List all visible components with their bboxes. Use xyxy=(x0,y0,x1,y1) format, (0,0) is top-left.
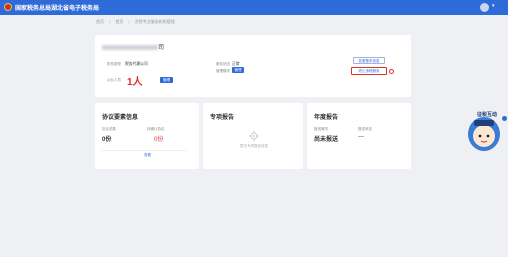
breadcrumb-home-link[interactable]: 首页 xyxy=(96,19,104,24)
tax-emblem-logo xyxy=(4,3,12,11)
breadcrumb-current: 涉税专业服务机构管理 xyxy=(134,19,175,24)
agreement-card: 协议要素信息 协议总数 0份 待确认协议 0份 查看 xyxy=(95,103,199,169)
annual-submission-label: 报送情况 xyxy=(314,127,328,131)
manage-status-label: 管理模块 xyxy=(216,69,230,73)
agreement-total-value: 0份 xyxy=(102,137,112,143)
change-basic-info-button[interactable]: 变更基本信息 xyxy=(353,57,385,64)
annual-status-label: 报送状态 xyxy=(358,127,372,131)
org-type-value: 税务代理公司 xyxy=(125,62,148,66)
side-toggle-icon[interactable] xyxy=(502,116,507,121)
user-avatar-icon[interactable] xyxy=(480,3,489,12)
mascot-label[interactable]: 征税互动 xyxy=(476,112,498,119)
org-type-label: 机构类型 xyxy=(107,62,121,66)
manage-status-button[interactable]: 管理 xyxy=(232,67,244,73)
agreement-title: 协议要素信息 xyxy=(102,115,139,121)
breadcrumb: 首页 / 首页 / 涉税专业服务机构管理 xyxy=(96,19,179,25)
service-status-label: 服务状态 xyxy=(216,62,230,66)
info-circle-icon[interactable] xyxy=(389,69,394,74)
agreement-pending-label: 待确认协议 xyxy=(147,127,165,131)
special-report-empty-text: 暂无专项报告信息 xyxy=(240,144,268,148)
empty-state-icon xyxy=(249,131,259,141)
annual-status-value: — xyxy=(358,134,364,140)
top-bar: 国家税务总局湖北省电子税务局 ▾ xyxy=(0,0,508,15)
practitioners-count: 1人 xyxy=(127,77,143,88)
redacted-company-name xyxy=(102,44,158,50)
special-report-title: 专项报告 xyxy=(210,115,235,121)
agreement-divider xyxy=(102,150,186,151)
user-menu-caret-icon[interactable]: ▾ xyxy=(492,3,495,9)
breadcrumb-sep: / xyxy=(128,19,130,24)
annual-report-card: 年度报告 报送情况 尚未报送 报送状态 — xyxy=(307,103,411,169)
agreement-view-link[interactable]: 查看 xyxy=(144,153,151,158)
agreement-pending-value: 0份 xyxy=(154,137,164,143)
terminate-service-button[interactable]: 终止涉税服务 xyxy=(351,67,387,75)
annual-report-title: 年度报告 xyxy=(314,115,339,121)
annual-submission-value: 尚未报送 xyxy=(314,137,339,143)
manage-practitioners-button[interactable]: 管理 xyxy=(160,77,173,83)
app-title: 国家税务总局湖北省电子税务局 xyxy=(15,6,100,12)
special-report-card: 专项报告 暂无专项报告信息 xyxy=(203,103,303,169)
breadcrumb-sep: / xyxy=(109,19,111,24)
practitioners-label: 从业人员 xyxy=(107,78,121,82)
breadcrumb-item[interactable]: 首页 xyxy=(115,19,123,24)
mascot-assistant-icon[interactable] xyxy=(466,114,502,152)
organization-card: 司 机构类型 税务代理公司 从业人员 1人 管理 服务状态 正常 管理模块 管理… xyxy=(95,35,411,97)
agreement-total-label: 协议总数 xyxy=(102,127,116,131)
company-name: 司 xyxy=(102,42,164,51)
